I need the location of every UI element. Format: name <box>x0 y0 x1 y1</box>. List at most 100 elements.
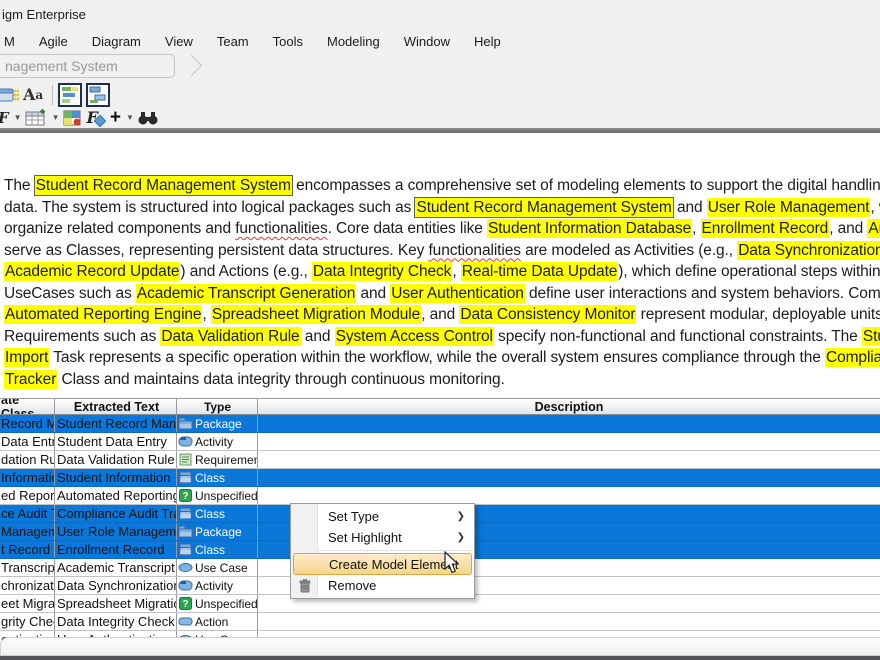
dropdown-arrow-icon[interactable]: ▼ <box>126 113 134 122</box>
column-header-extracted-text[interactable]: Extracted Text <box>55 399 177 414</box>
highlighted-term[interactable]: Data Consistency Monitor <box>459 305 636 324</box>
menu-item-diagram[interactable]: Diagram <box>80 31 153 52</box>
candidate-class-cell[interactable]: Transcrip <box>0 559 55 576</box>
font-dropdown-icon[interactable]: F <box>0 109 9 127</box>
table-row[interactable]: Data EntryStudent Data EntryActivity <box>0 433 880 451</box>
candidate-class-cell[interactable]: t Record <box>0 541 55 558</box>
type-cell[interactable]: Package <box>177 523 258 540</box>
new-diagram-icon[interactable] <box>0 85 19 105</box>
menu-item-tools[interactable]: Tools <box>261 31 315 52</box>
description-cell[interactable] <box>258 613 880 630</box>
column-header-description[interactable]: Description <box>258 399 880 414</box>
extracted-text-cell[interactable]: User Role Management <box>55 523 177 540</box>
highlighted-term[interactable]: Student Record Management System <box>35 176 292 195</box>
extracted-text-cell[interactable]: Data Synchronization Process <box>55 577 177 594</box>
candidate-class-cell[interactable]: ce Audit T <box>0 505 55 522</box>
highlighted-term[interactable]: User Authentication <box>390 284 525 303</box>
extracted-text-cell[interactable]: Student Record Management System <box>55 415 177 432</box>
table-add-icon[interactable] <box>25 109 47 127</box>
table-row[interactable]: Record MaStudent Record Management Syste… <box>0 415 880 433</box>
candidate-class-cell[interactable]: Data Entry <box>0 433 55 450</box>
type-cell[interactable]: ?Unspecified <box>177 595 258 612</box>
highlighted-term[interactable]: Student Information Database <box>487 219 692 238</box>
menu-item-m[interactable]: M <box>0 31 27 52</box>
highlighted-term[interactable]: Data Validation Rule <box>160 327 300 346</box>
table-row[interactable]: InformatioStudent InformationClass <box>0 469 880 487</box>
menu-item-team[interactable]: Team <box>205 31 261 52</box>
table-row[interactable]: dation RuleData Validation RuleRequireme… <box>0 451 880 469</box>
menu-item-window[interactable]: Window <box>392 31 462 52</box>
text-style-icon[interactable]: Aa <box>23 85 43 104</box>
highlighted-term[interactable]: Academic Transcript Generation <box>136 284 356 303</box>
candidate-class-cell[interactable]: grity Chec <box>0 613 55 630</box>
description-cell[interactable] <box>258 415 880 432</box>
candidate-class-cell[interactable]: eet Migrat <box>0 595 55 612</box>
extracted-text-cell[interactable]: Automated Reporting Engine <box>55 487 177 504</box>
type-label: Use Case <box>195 561 248 575</box>
extracted-text-cell[interactable]: Data Integrity Check <box>55 613 177 630</box>
type-cell[interactable]: Class <box>177 469 258 486</box>
extracted-text-cell[interactable]: Compliance Audit Tracker <box>55 505 177 522</box>
extracted-text-cell[interactable]: Enrollment Record <box>55 541 177 558</box>
paragraph-line-3: organize related components and function… <box>4 220 880 242</box>
candidate-class-cell[interactable]: Informatio <box>0 469 55 486</box>
candidate-class-cell[interactable]: Record Ma <box>0 415 55 432</box>
column-header-type[interactable]: Type <box>177 399 258 414</box>
type-cell[interactable]: Action <box>177 613 258 630</box>
extracted-text-cell[interactable]: Student Information <box>55 469 177 486</box>
highlighted-term[interactable]: Enrollment Record <box>701 219 830 238</box>
description-cell[interactable] <box>258 451 880 468</box>
highlighted-term[interactable]: System Access Control <box>335 327 494 346</box>
highlighted-term[interactable]: Data Synchronization Process <box>737 241 880 260</box>
type-cell[interactable]: Requirement <box>177 451 258 468</box>
formula-icon[interactable]: F <box>87 108 106 127</box>
dropdown-arrow-icon[interactable]: ▼ <box>14 113 22 122</box>
diagram-overview-icon[interactable] <box>58 83 82 107</box>
highlighted-term[interactable]: User Role Management <box>707 198 871 217</box>
candidate-class-cell[interactable]: dation Rule <box>0 451 55 468</box>
add-element-icon[interactable]: + <box>110 110 121 126</box>
description-cell[interactable] <box>258 433 880 450</box>
candidate-class-cell[interactable]: ed Reporti <box>0 487 55 504</box>
highlighted-term[interactable]: Import <box>4 348 49 367</box>
menu-item-view[interactable]: View <box>153 31 205 52</box>
type-label: Class <box>195 507 225 521</box>
highlighted-term[interactable]: Academic Record Update <box>4 262 180 281</box>
extracted-text-cell[interactable]: Academic Transcript Generation <box>55 559 177 576</box>
type-cell[interactable]: Activity <box>177 577 258 594</box>
highlighted-term[interactable]: Real-time Data Update <box>461 262 619 281</box>
highlighted-term[interactable]: Tracker <box>4 370 57 389</box>
extracted-text-cell[interactable]: Student Data Entry <box>55 433 177 450</box>
highlighted-term[interactable]: Spreadsheet Migration Module <box>211 305 421 324</box>
highlighted-term[interactable]: Audit Trail <box>867 219 880 238</box>
description-cell[interactable] <box>258 469 880 486</box>
type-cell[interactable]: Class <box>177 505 258 522</box>
binoculars-icon[interactable] <box>137 110 159 126</box>
highlighted-term[interactable]: Automated Reporting Engine <box>4 305 202 324</box>
candidate-class-cell[interactable]: Managem <box>0 523 55 540</box>
type-cell[interactable]: Use Case <box>177 559 258 576</box>
table-row[interactable]: grity ChecData Integrity CheckAction <box>0 613 880 631</box>
extracted-text-cell[interactable]: Data Validation Rule <box>55 451 177 468</box>
menu-item-help[interactable]: Help <box>462 31 513 52</box>
description-cell[interactable] <box>258 487 880 504</box>
color-grid-icon[interactable] <box>63 109 83 127</box>
highlighted-term[interactable]: Data Integrity Check <box>312 262 452 281</box>
context-menu-item-set-type[interactable]: Set Type❯ <box>291 506 474 527</box>
menu-item-modeling[interactable]: Modeling <box>315 31 392 52</box>
menu-item-agile[interactable]: Agile <box>27 31 80 52</box>
dropdown-arrow-icon[interactable]: ▼ <box>52 113 60 122</box>
extracted-text-cell[interactable]: Spreadsheet Migration Module <box>55 595 177 612</box>
candidate-class-cell[interactable]: chronizati <box>0 577 55 594</box>
highlighted-term[interactable]: Student Record Management System <box>415 198 672 217</box>
column-header-candidate-class[interactable]: ate Class <box>0 399 55 414</box>
model-structure-icon[interactable] <box>86 83 110 107</box>
type-cell[interactable]: Package <box>177 415 258 432</box>
breadcrumb-tab[interactable]: nagement System <box>0 54 175 78</box>
type-cell[interactable]: ?Unspecified <box>177 487 258 504</box>
highlighted-term[interactable]: Compliance Audit <box>825 348 880 367</box>
type-cell[interactable]: Class <box>177 541 258 558</box>
context-menu-item-set-highlight[interactable]: Set Highlight❯ <box>291 527 474 548</box>
type-cell[interactable]: Activity <box>177 433 258 450</box>
highlighted-term[interactable]: Student Data <box>862 327 880 346</box>
